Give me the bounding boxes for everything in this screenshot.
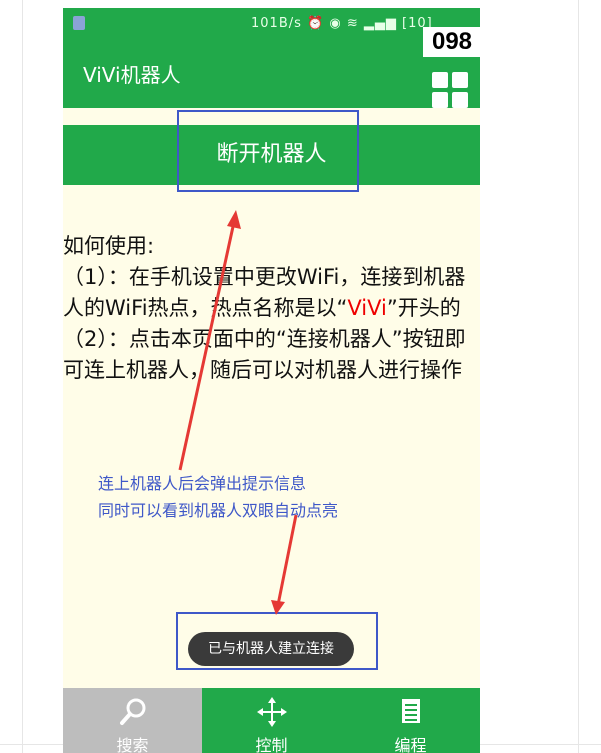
- instructions-step-1: （1）：在手机设置中更改WiFi，连接到机器人的WiFi热点，热点名称是以“Vi…: [63, 265, 466, 320]
- move-arrows-icon: [256, 697, 287, 727]
- alarm-icon: ⏰: [307, 16, 325, 31]
- search-icon: [119, 698, 145, 725]
- signal-icon: ▂▄▆: [363, 16, 397, 31]
- eye-icon: ◉: [329, 16, 342, 31]
- app-title: ViVi机器人: [83, 63, 181, 87]
- annotation-line-2: 同时可以看到机器人双眼自动点亮: [98, 501, 339, 520]
- nav-search-label: 搜索: [116, 736, 149, 753]
- nav-program-label: 编程: [394, 736, 427, 753]
- grid-menu-icon[interactable]: [432, 72, 468, 108]
- nav-control-label: 控制: [255, 736, 288, 753]
- page-border-left: [22, 0, 23, 753]
- status-bar: 101B/s ⏰ ◉ ≋ ▂▄▆ [10]: [63, 8, 480, 40]
- status-indicators: 101B/s ⏰ ◉ ≋ ▂▄▆ [10]: [251, 16, 433, 31]
- nav-search[interactable]: 搜索: [63, 688, 202, 753]
- network-speed: 101B/s: [251, 16, 302, 31]
- app-bar: ViVi机器人: [63, 40, 480, 108]
- instructions: 如何使用: （1）：在手机设置中更改WiFi，连接到机器人的WiFi热点，热点名…: [63, 231, 477, 386]
- wifi-icon: ≋: [346, 16, 359, 31]
- nav-program[interactable]: 编程: [341, 688, 480, 753]
- sim-icon: [73, 16, 85, 30]
- annotation-box-toast: [176, 612, 378, 670]
- annotation-text: 连上机器人后会弹出提示信息 同时可以看到机器人双眼自动点亮: [98, 470, 338, 524]
- bottom-nav: 搜索 控制 编程: [63, 688, 480, 753]
- number-badge: 098: [423, 27, 480, 57]
- instructions-heading: 如何使用:: [63, 234, 155, 258]
- instructions-step-2: （2）：点击本页面中的“连接机器人”按钮即可连上机器人，随后可以对机器人进行操作: [63, 327, 466, 382]
- annotation-box-button: [177, 110, 359, 192]
- nav-control[interactable]: 控制: [202, 688, 341, 753]
- page-border-right: [578, 0, 579, 753]
- list-icon: [401, 699, 420, 723]
- annotation-line-1: 连上机器人后会弹出提示信息: [98, 474, 307, 493]
